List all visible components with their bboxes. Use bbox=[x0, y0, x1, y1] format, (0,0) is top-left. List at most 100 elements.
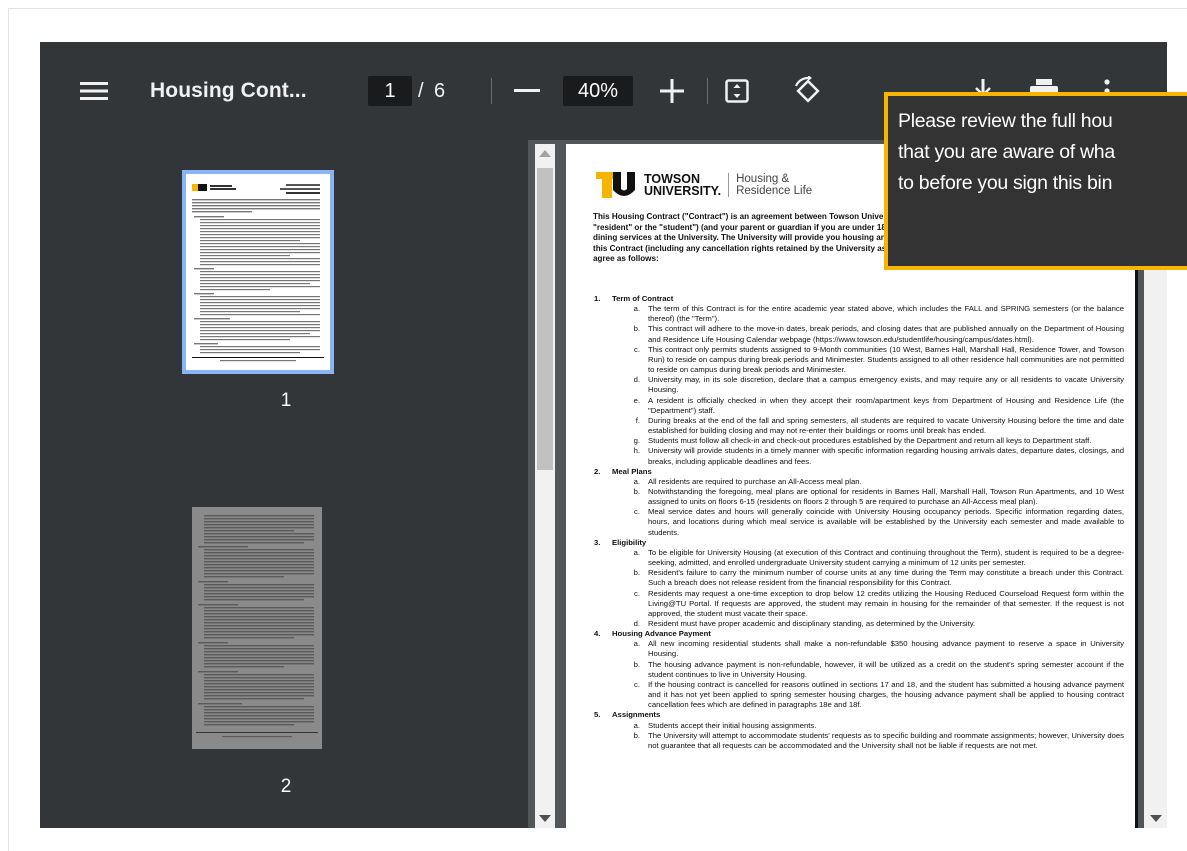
tooltip-line: Please review the full hou bbox=[898, 110, 1113, 132]
clause-text: If the housing contract is cancelled for… bbox=[648, 679, 1124, 710]
zoom-out-icon[interactable] bbox=[514, 42, 540, 140]
section-clause: f. During breaks at the end of the fall a… bbox=[594, 416, 1124, 436]
zoom-input[interactable]: 40% bbox=[563, 42, 633, 140]
scroll-down-arrow-icon[interactable] bbox=[539, 815, 551, 822]
section-number: 1. bbox=[594, 294, 601, 303]
page-thumbnail-1[interactable] bbox=[182, 170, 334, 374]
page-number-input[interactable]: 1 bbox=[368, 42, 412, 140]
section-clause: c. If the housing contract is cancelled f… bbox=[594, 680, 1124, 710]
page-thumbnail-2[interactable] bbox=[192, 507, 322, 749]
section-title: Assignments bbox=[612, 710, 661, 720]
clause-text: To be eligible for University Housing (a… bbox=[648, 547, 1124, 568]
logo-separator bbox=[728, 173, 730, 197]
clause-text: A resident is officially checked in when… bbox=[648, 395, 1124, 415]
logo-university-name: TOWSON UNIVERSITY. bbox=[644, 173, 722, 198]
logo-unit-line-2: Residence Life bbox=[736, 185, 813, 197]
section-heading: 3. Eligibility bbox=[594, 538, 1124, 548]
review-tooltip: Please review the full hou that you are … bbox=[884, 92, 1187, 270]
scroll-up-arrow-icon[interactable] bbox=[539, 150, 551, 157]
clause-letter: a. bbox=[633, 547, 640, 557]
section-title: Term of Contract bbox=[612, 294, 674, 303]
section-title: Meal Plans bbox=[612, 466, 652, 476]
page-number-value[interactable]: 1 bbox=[368, 76, 412, 106]
section-clause: e. A resident is officially checked in wh… bbox=[594, 396, 1124, 416]
clause-text: University may, in its sole discretion, … bbox=[648, 375, 1124, 395]
logo-unit-line-1: Housing & bbox=[736, 172, 790, 185]
document-title: Housing Cont... bbox=[150, 79, 307, 102]
section-clause: b. This contract will adhere to the move-… bbox=[594, 324, 1124, 344]
clause-text: Resident must have proper academic and d… bbox=[648, 619, 976, 628]
clause-letter: a. bbox=[633, 476, 640, 486]
page-total: 6 bbox=[434, 79, 446, 102]
clause-letter: b. bbox=[633, 730, 640, 740]
zoom-in-icon[interactable] bbox=[660, 42, 686, 140]
toolbar-divider bbox=[491, 42, 492, 140]
section-clause: a. To be eligible for University Housing … bbox=[594, 548, 1124, 568]
rotate-icon[interactable] bbox=[792, 42, 824, 140]
scrollbar-thumb[interactable] bbox=[537, 168, 553, 470]
clause-letter: d. bbox=[633, 619, 640, 628]
section-title: Eligibility bbox=[612, 537, 647, 547]
section-clause: c. This contract only permits students as… bbox=[594, 345, 1124, 375]
section-clause: h. University will provide students in a … bbox=[594, 446, 1124, 466]
section-clause: b. The housing advance payment is non-ref… bbox=[594, 660, 1124, 680]
clause-letter: c. bbox=[634, 344, 640, 354]
logo-department-name: Housing & Residence Life bbox=[736, 173, 812, 198]
clause-text: This contract will adhere to the move-in… bbox=[648, 324, 1124, 344]
clause-letter: b. bbox=[633, 324, 640, 334]
clause-letter: a. bbox=[633, 639, 640, 649]
tu-logo-icon bbox=[596, 172, 636, 198]
clause-text: Meal service dates and hours will genera… bbox=[648, 507, 1124, 537]
section-clause: d. University may, in its sole discretion… bbox=[594, 375, 1124, 395]
towson-logo: TOWSON UNIVERSITY. Housing & Residence L… bbox=[596, 172, 812, 198]
section-heading: 5. Assignments bbox=[594, 710, 1124, 720]
clause-text: Resident's failure to carry the minimum … bbox=[648, 568, 1124, 588]
thumbnail-1-preview bbox=[192, 184, 324, 362]
clause-letter: e. bbox=[633, 395, 640, 405]
clause-letter: b. bbox=[633, 486, 640, 496]
section-clause: d. Resident must have proper academic and… bbox=[594, 619, 1124, 629]
section-heading: 4. Housing Advance Payment bbox=[594, 629, 1124, 639]
clause-letter: a. bbox=[633, 304, 640, 314]
section-clause: b. The University will attempt to accommo… bbox=[594, 731, 1124, 751]
section-heading: 1. Term of Contract bbox=[594, 294, 1124, 304]
menu-icon[interactable] bbox=[80, 42, 108, 140]
section-clause: a. The term of this Contract is for the e… bbox=[594, 304, 1124, 324]
logo-name-line-2: UNIVERSITY. bbox=[644, 184, 722, 198]
clause-text: Students must follow all check-in and ch… bbox=[648, 436, 1092, 446]
contract-sections: 1. Term of Contract a. The term of this Con… bbox=[594, 294, 1124, 751]
clause-letter: c. bbox=[634, 588, 640, 598]
clause-letter: c. bbox=[634, 679, 640, 689]
page-thumbnail-label-1: 1 bbox=[280, 390, 292, 411]
sidebar-scrollbar[interactable] bbox=[535, 144, 555, 828]
zoom-value[interactable]: 40% bbox=[563, 76, 633, 106]
section-clause: a. Students accept their initial housing … bbox=[594, 721, 1124, 731]
section-clause: c. Residents may request a one-time excep… bbox=[594, 589, 1124, 619]
toolbar-divider bbox=[707, 42, 708, 140]
clause-text: Residents may request a one-time excepti… bbox=[648, 588, 1124, 618]
clause-letter: c. bbox=[634, 507, 640, 517]
clause-letter: d. bbox=[633, 375, 640, 385]
clause-text: University will provide students in a ti… bbox=[648, 446, 1124, 466]
clause-letter: b. bbox=[633, 568, 640, 578]
section-clause: a. All residents are required to purchase… bbox=[594, 477, 1124, 487]
tooltip-line: to before you sign this bin bbox=[898, 172, 1113, 194]
clause-letter: b. bbox=[633, 659, 640, 669]
section-clause: c. Meal service dates and hours will gene… bbox=[594, 507, 1124, 537]
clause-text: Students accept their initial housing as… bbox=[648, 720, 817, 730]
clause-letter: g. bbox=[633, 436, 640, 446]
section-clause: a. All new incoming residential students … bbox=[594, 639, 1124, 659]
clause-text: The University will attempt to accommoda… bbox=[648, 730, 1124, 750]
section-number: 4. bbox=[594, 629, 601, 639]
section-number: 3. bbox=[594, 537, 601, 547]
section-clause: b. Notwithstanding the foregoing, meal pl… bbox=[594, 487, 1124, 507]
section-clause: b. Resident's failure to carry the minimu… bbox=[594, 568, 1124, 588]
section-number: 2. bbox=[594, 466, 601, 476]
scroll-down-arrow-icon[interactable] bbox=[1150, 815, 1162, 822]
clause-letter: f. bbox=[635, 415, 640, 425]
fit-page-icon[interactable] bbox=[725, 42, 751, 140]
section-heading: 2. Meal Plans bbox=[594, 467, 1124, 477]
clause-text: This contract only permits students assi… bbox=[648, 344, 1124, 375]
tooltip-line: that you are aware of wha bbox=[898, 141, 1115, 163]
clause-text: All new incoming residential students sh… bbox=[648, 639, 1124, 659]
